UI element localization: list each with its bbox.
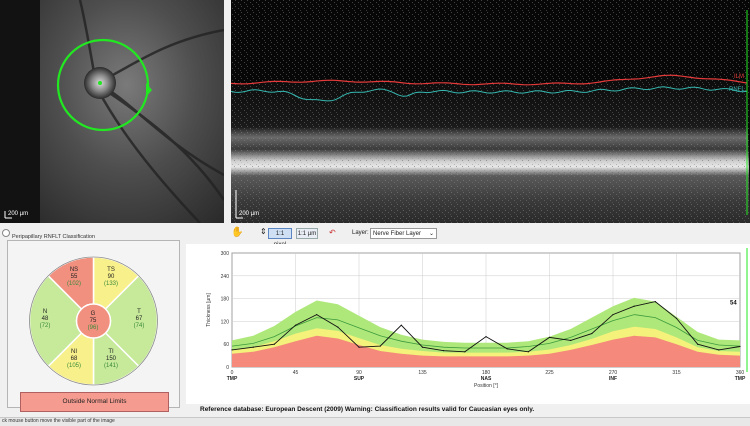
flip-icon[interactable]: ↶ <box>329 228 336 237</box>
fundus-scale-label: 200 µm <box>8 211 29 217</box>
sector-ti[interactable]: TI 150 (141) <box>98 349 124 370</box>
bscan-toolbar: ✋ ⇕ 1:1 pixel 1:1 µm ↶ Layer: Nerve Fibe… <box>231 226 750 248</box>
fit-height-icon[interactable]: ⇕ <box>260 227 267 236</box>
status-hint: ck mouse button move the visible part of… <box>2 418 115 424</box>
measured-point <box>485 336 487 338</box>
sector-ts[interactable]: TS 90 (133) <box>98 267 124 288</box>
region-label: INF <box>609 376 617 382</box>
bscan-svg <box>231 0 750 223</box>
sector-ns[interactable]: NS 55 (102) <box>61 267 87 288</box>
layer-label: Layer: <box>352 230 369 236</box>
region-label: NAS <box>481 376 492 382</box>
micron-scale-button[interactable]: 1:1 µm <box>296 228 318 239</box>
measured-point <box>337 326 339 328</box>
y-tick-label: 240 <box>221 274 230 280</box>
measured-point <box>400 324 402 326</box>
measured-point <box>570 339 572 341</box>
region-label: SUP <box>354 376 365 382</box>
measured-point <box>231 349 233 351</box>
sector-t[interactable]: T 67 (74) <box>126 309 152 330</box>
y-tick-label: 120 <box>221 319 230 325</box>
oct-bscan-image[interactable]: ILM RNFL 200 µm <box>231 0 750 223</box>
y-axis-label: Thickness [µm] <box>206 293 212 327</box>
chart-svg: 0601201802403000 45 90 135 180 225 270 315 360TM… <box>206 248 748 389</box>
measured-point <box>675 317 678 319</box>
region-label: TMP <box>227 376 238 382</box>
chevron-down-icon: ⌄ <box>428 231 434 237</box>
x-tick-label: 135 <box>418 370 427 376</box>
measured-point <box>421 346 424 348</box>
current-value-label: 54 <box>730 300 737 306</box>
measured-point <box>379 345 381 347</box>
measured-point <box>252 346 254 348</box>
layer-select[interactable]: Nerve Fiber Layer ⌄ <box>370 228 437 239</box>
pan-hand-icon[interactable]: ✋ <box>231 227 243 238</box>
measured-point <box>612 313 614 316</box>
x-tick-label: 225 <box>545 370 554 376</box>
measured-point <box>739 345 741 348</box>
measured-point <box>443 350 445 352</box>
sector-g[interactable]: G 75 (96) <box>80 311 106 332</box>
measured-point <box>591 332 593 335</box>
x-tick-label: 45 <box>293 370 299 376</box>
pixel-scale-button[interactable]: 1:1 pixel <box>268 228 292 248</box>
x-axis-label: Position [°] <box>474 383 499 389</box>
measured-point <box>633 305 635 307</box>
layer-select-value: Nerve Fiber Layer <box>373 231 422 237</box>
measured-point <box>718 349 720 351</box>
measured-point <box>464 351 466 353</box>
measured-point <box>294 324 297 326</box>
sector-n[interactable]: N 48 (72) <box>32 309 58 330</box>
y-tick-label: 180 <box>221 297 230 303</box>
rnfl-label: RNFL <box>729 87 745 93</box>
classification-result: Outside Normal Limits <box>20 392 169 412</box>
bscan-scale-label: 200 µm <box>239 211 260 217</box>
measured-point <box>527 351 529 353</box>
ilm-label: ILM <box>734 74 745 80</box>
classification-panel: Peripapillary RNFLT Classification NS 55(… <box>7 234 180 412</box>
y-tick-label: 300 <box>221 251 230 257</box>
region-label: TMP <box>735 376 746 382</box>
measured-point <box>697 343 699 345</box>
measured-point <box>358 346 360 348</box>
measured-point <box>273 343 275 345</box>
y-tick-label: 60 <box>223 342 229 348</box>
sector-ni[interactable]: NI 68 (105) <box>61 349 87 370</box>
fundus-image[interactable]: 200 µm <box>0 0 224 223</box>
measured-point <box>654 301 656 303</box>
x-tick-label: 315 <box>672 370 681 376</box>
measured-point <box>316 313 318 316</box>
classification-title: Peripapillary RNFLT Classification <box>11 234 96 240</box>
rnfl-thickness-chart[interactable]: 0 60 120 180 240 300 0 45 90 135 180 225 270 315 360 TM… <box>186 244 750 404</box>
measured-point <box>548 336 551 338</box>
reference-database-text: Reference database: European Descent (20… <box>200 406 535 413</box>
y-tick-label: 0 <box>226 365 229 371</box>
measured-point <box>506 348 508 350</box>
fundus-svg <box>0 0 224 223</box>
panel-toggle-icon[interactable] <box>2 229 10 237</box>
